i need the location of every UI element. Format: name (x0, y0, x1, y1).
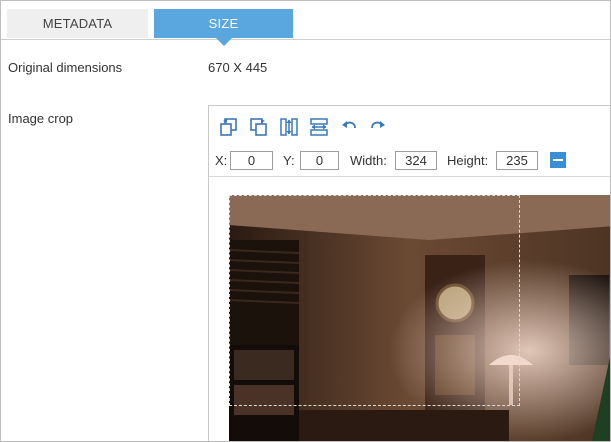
redo-icon[interactable] (366, 116, 388, 138)
y-label: Y: (283, 153, 295, 168)
tab-metadata[interactable]: METADATA (7, 9, 148, 38)
image-crop-panel: X: Y: Width: Height: (208, 105, 610, 441)
crop-rotate-left-icon[interactable] (218, 116, 240, 138)
x-label: X: (215, 153, 228, 168)
width-label: Width: (350, 153, 387, 168)
flip-vertical-icon[interactable] (278, 116, 300, 138)
tab-size[interactable]: SIZE (154, 9, 293, 46)
image-canvas[interactable] (229, 195, 610, 441)
height-label: Height: (447, 153, 489, 168)
height-field[interactable] (496, 151, 538, 170)
crop-selection-rectangle[interactable] (229, 195, 520, 406)
tab-bar: METADATA SIZE (1, 1, 610, 46)
x-field[interactable] (230, 151, 273, 170)
undo-icon[interactable] (339, 116, 361, 138)
image-editor-panel: METADATA SIZE Original dimensions 670 X … (0, 0, 611, 442)
crop-toolbar: X: Y: Width: Height: (209, 106, 610, 177)
y-field[interactable] (300, 151, 339, 170)
width-field[interactable] (395, 151, 437, 170)
crop-rotate-right-icon[interactable] (248, 116, 270, 138)
flip-horizontal-icon[interactable] (308, 116, 330, 138)
image-crop-label: Image crop (8, 111, 74, 126)
original-dimensions-value: 670 X 445 (208, 60, 268, 75)
original-dimensions-label: Original dimensions (8, 60, 123, 75)
collapse-button[interactable] (550, 152, 566, 168)
